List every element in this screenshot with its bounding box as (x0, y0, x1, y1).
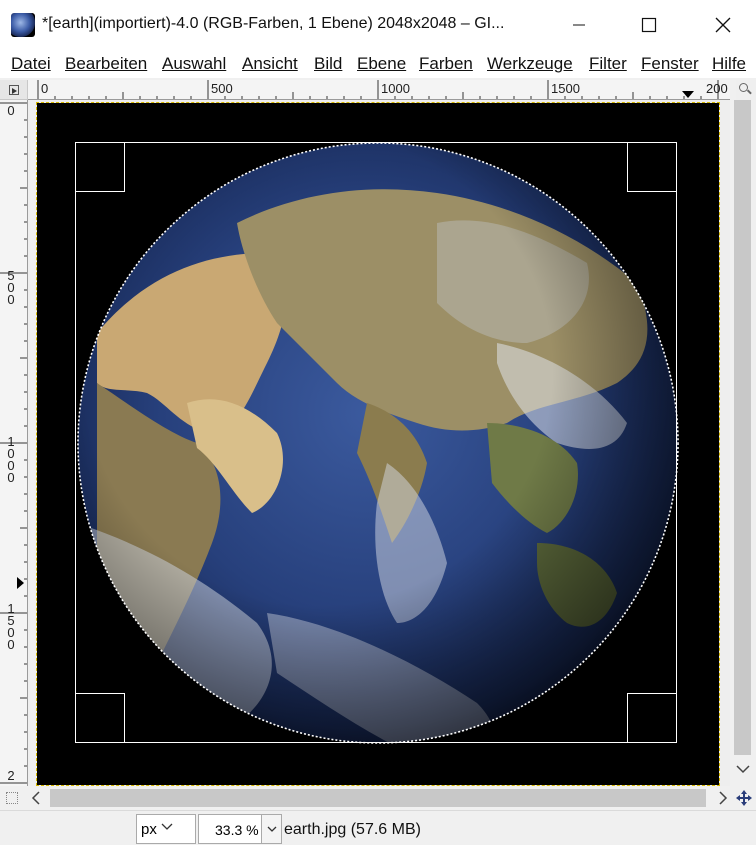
title-bar: *[earth](importiert)-4.0 (RGB-Farben, 1 … (0, 0, 756, 50)
scroll-left-icon[interactable] (31, 791, 41, 805)
ruler-label-2000: 200 (706, 81, 728, 96)
ruler-ticks (37, 80, 719, 99)
menu-ebene[interactable]: Ebene (357, 54, 406, 74)
ruler-label-1000: 1000 (381, 81, 410, 96)
file-info-label: earth.jpg (57.6 MB) (284, 821, 421, 838)
menu-arrow-icon (9, 85, 19, 95)
vertical-ruler[interactable]: 0 500 1000 1500 2 (0, 100, 28, 786)
minimize-icon (573, 24, 585, 26)
vertical-scrollbar[interactable] (730, 100, 756, 786)
vruler-label-1000: 1000 (7, 434, 15, 485)
close-icon (715, 17, 731, 33)
scroll-right-icon[interactable] (718, 791, 728, 805)
magnifier-icon (739, 83, 748, 92)
ruler-label-500: 500 (211, 81, 233, 96)
selection-guides (75, 142, 677, 743)
menu-bearbeiten[interactable]: Bearbeiten (65, 54, 147, 74)
horizontal-scroll-thumb[interactable] (50, 789, 706, 807)
horizontal-scrollbar[interactable] (28, 786, 730, 810)
pointer-position-marker-vertical (17, 577, 24, 589)
menu-auswahl[interactable]: Auswahl (162, 54, 226, 74)
menu-farben[interactable]: Farben (419, 54, 473, 74)
move-arrows-icon (736, 790, 752, 806)
menu-hilfe[interactable]: Hilfe (712, 54, 746, 74)
menu-filter[interactable]: Filter (589, 54, 627, 74)
quick-mask-icon (6, 792, 18, 804)
vruler-label-0: 0 (7, 103, 15, 118)
vertical-scroll-thumb[interactable] (734, 100, 751, 755)
image-menu-button[interactable] (0, 80, 28, 100)
chevron-down-icon (161, 823, 173, 830)
gimp-image-icon (11, 13, 35, 37)
chevron-down-icon (267, 826, 277, 832)
ruler-label-0: 0 (41, 81, 49, 96)
menu-werkzeuge[interactable]: Werkzeuge (487, 54, 573, 74)
zoom-input[interactable]: 33.3 % (198, 814, 262, 844)
unit-select[interactable]: px (136, 814, 196, 844)
menu-datei[interactable]: Datei (11, 54, 51, 74)
zoom-to-fit-button[interactable] (736, 80, 756, 100)
horizontal-ruler[interactable]: 0 500 1000 1500 200 (28, 80, 730, 100)
vruler-label-1500: 1500 (7, 601, 15, 652)
ruler-label-1500: 1500 (551, 81, 580, 96)
vruler-label-500: 500 (7, 268, 15, 307)
menu-ansicht[interactable]: Ansicht (242, 54, 298, 74)
maximize-button[interactable] (626, 0, 672, 50)
close-button[interactable] (700, 0, 746, 50)
image-canvas[interactable] (28, 100, 730, 786)
quick-mask-toggle[interactable] (0, 786, 28, 810)
menu-bild[interactable]: Bild (314, 54, 342, 74)
menu-bar: Datei Bearbeiten Auswahl Ansicht Bild Eb… (0, 50, 756, 78)
vruler-label-2000: 2 (7, 768, 15, 783)
unit-value: px (141, 821, 157, 838)
maximize-icon (641, 17, 657, 33)
window-title: *[earth](importiert)-4.0 (RGB-Farben, 1 … (42, 15, 505, 32)
pointer-position-marker (682, 91, 694, 98)
menu-fenster[interactable]: Fenster (641, 54, 699, 74)
zoom-dropdown-button[interactable] (262, 814, 282, 844)
minimize-button[interactable] (556, 0, 602, 50)
scroll-down-icon[interactable] (736, 764, 750, 774)
earth-image[interactable] (36, 102, 720, 786)
status-bar: px 33.3 % earth.jpg (57.6 MB) (0, 810, 756, 845)
navigate-image-button[interactable] (732, 786, 756, 810)
